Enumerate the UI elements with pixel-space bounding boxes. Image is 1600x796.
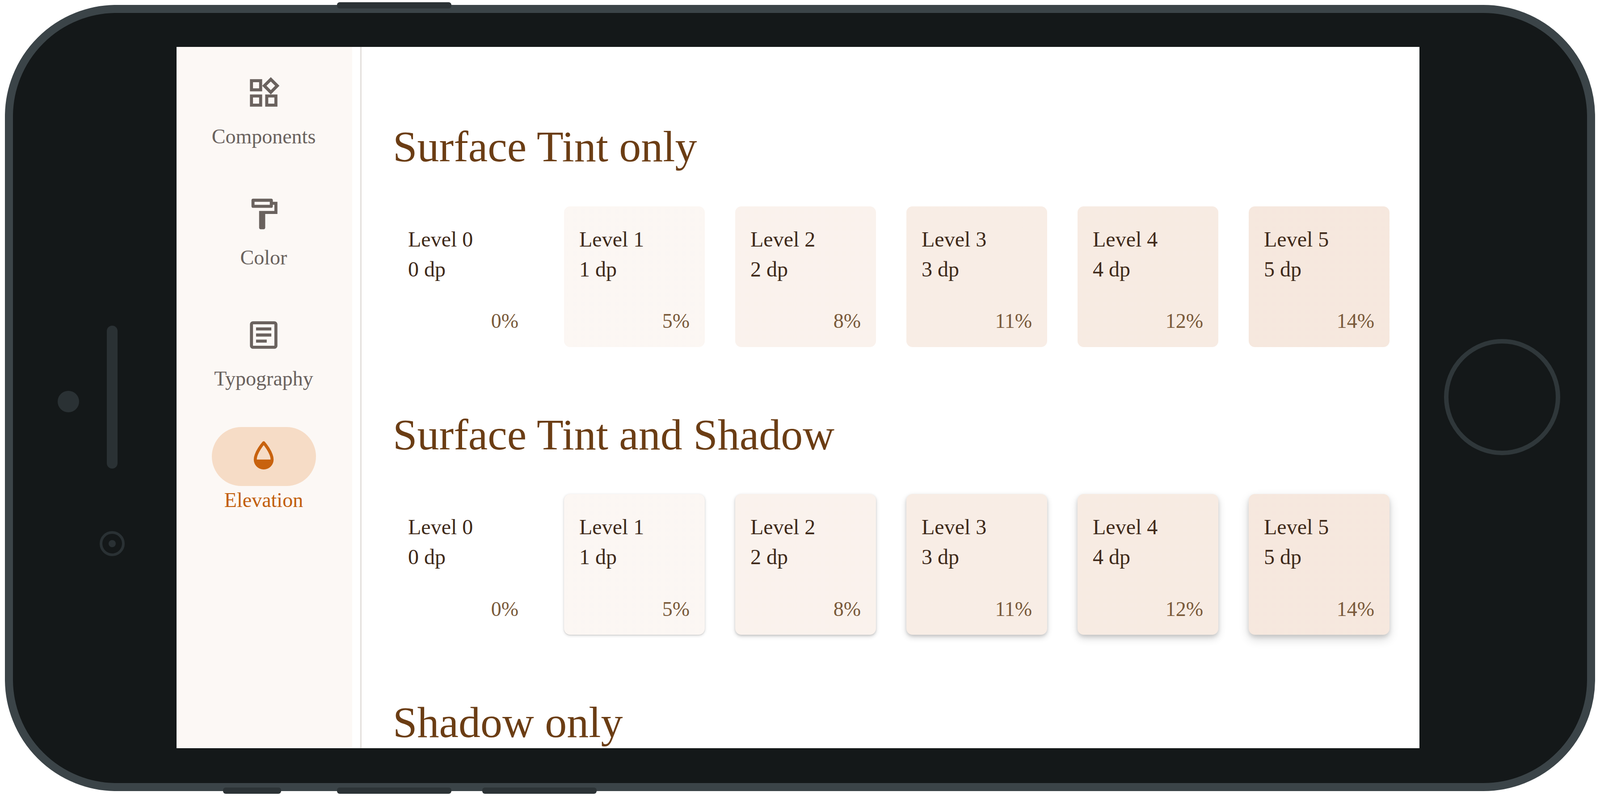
card-heading: Level 00 dp	[408, 224, 519, 285]
rail-item[interactable]: Typography	[211, 305, 316, 392]
elevation-card: Level 11 dp 5%	[564, 494, 705, 636]
card-level: Level 1	[579, 512, 690, 543]
card-heading: Level 22 dp	[750, 224, 861, 285]
card-level: Level 3	[921, 224, 1032, 255]
card-level: Level 4	[1092, 512, 1204, 543]
home-button[interactable]	[1444, 339, 1561, 456]
phone-button	[482, 787, 597, 795]
rail-indicator[interactable]	[211, 427, 316, 487]
rail-label[interactable]: Color	[240, 245, 288, 270]
elevation-page: Surface Tint onlyLevel 00 dp0%Level 11 d…	[361, 46, 1420, 749]
card-percent: 12%	[1092, 308, 1204, 334]
rail-indicator[interactable]	[211, 184, 316, 244]
elevation-card: Level 55 dp 14%	[1248, 494, 1390, 636]
card-percent: 0%	[408, 597, 519, 622]
elevation-section: Surface Tint and ShadowLevel 00 dp0%Leve…	[392, 408, 1402, 636]
card-heading: Level 22 dp	[750, 512, 861, 573]
section-title: Surface Tint only	[392, 120, 1402, 174]
card-level: Level 5	[1263, 224, 1375, 255]
rail-item[interactable]: Components	[211, 63, 316, 149]
card-heading: Level 55 dp	[1263, 512, 1375, 573]
card-dp: 0 dp	[408, 542, 519, 573]
section-title: Shadow only	[392, 696, 1402, 749]
card-dp: 1 dp	[579, 254, 690, 285]
rail-label[interactable]: Elevation	[224, 488, 304, 513]
rail-item[interactable]: Color	[211, 184, 316, 270]
elevation-card: Level 11 dp 5%	[564, 206, 705, 348]
card-heading: Level 11 dp	[579, 512, 690, 573]
water-drop-icon	[245, 438, 283, 476]
rail-indicator[interactable]	[211, 63, 316, 123]
card-percent: 11%	[921, 308, 1032, 334]
card-heading: Level 33 dp	[921, 512, 1032, 573]
card-dp: 3 dp	[921, 542, 1032, 573]
card-percent: 5%	[579, 308, 690, 334]
card-level: Level 0	[408, 224, 519, 255]
card-percent: 11%	[921, 597, 1032, 622]
rail-label[interactable]: Typography	[214, 366, 314, 392]
elevation-card: Level 44 dp 12%	[1077, 206, 1219, 348]
card-dp: 3 dp	[921, 254, 1032, 285]
section-title: Surface Tint and Shadow	[392, 408, 1402, 462]
card-heading: Level 44 dp	[1092, 224, 1204, 285]
card-percent: 8%	[750, 308, 861, 334]
card-row: Level 00 dp0%Level 11 dp5%Level 22 dp8%L…	[392, 494, 1402, 636]
card-level: Level 4	[1092, 224, 1204, 255]
elevation-card: Level 55 dp 14%	[1248, 206, 1390, 348]
card-dp: 4 dp	[1092, 542, 1204, 573]
card-heading: Level 11 dp	[579, 224, 690, 285]
rail-item[interactable]: Elevation	[211, 427, 316, 513]
card-level: Level 5	[1263, 512, 1375, 543]
card-dp: 5 dp	[1263, 542, 1375, 573]
elevation-section: Surface Tint only Level 00 dp 0% Level 11 d…	[392, 120, 1402, 348]
card-dp: 2 dp	[750, 254, 861, 285]
phone-button	[336, 787, 452, 795]
elevation-card: Level 00 dp 0%	[392, 494, 534, 636]
card-percent: 5%	[579, 597, 690, 622]
document-icon	[245, 316, 283, 354]
speaker-slit	[106, 325, 118, 469]
elevation-card: Level 00 dp 0%	[392, 206, 534, 348]
card-level: Level 1	[579, 224, 690, 255]
card-level: Level 2	[750, 512, 861, 543]
card-percent: 14%	[1263, 308, 1375, 334]
card-percent: 8%	[750, 597, 861, 622]
elevation-card: Level 22 dp 8%	[735, 494, 876, 636]
elevation-card: Level 33 dp 11%	[906, 206, 1048, 348]
rail-label[interactable]: Components	[211, 124, 316, 149]
phone-frame: Components Color Typography Elevation Surfa…	[4, 4, 1596, 792]
card-percent: 12%	[1092, 597, 1204, 622]
card-level: Level 2	[750, 224, 861, 255]
card-heading: Level 33 dp	[921, 224, 1032, 285]
card-dp: 4 dp	[1092, 254, 1204, 285]
card-heading: Level 55 dp	[1263, 224, 1375, 285]
card-dp: 0 dp	[408, 254, 519, 285]
card-dp: 1 dp	[579, 542, 690, 573]
card-level: Level 3	[921, 512, 1032, 543]
phone-screen: Components Color Typography Elevation Surfa…	[176, 46, 1420, 749]
card-percent: 14%	[1263, 597, 1375, 622]
rail-indicator[interactable]	[211, 305, 316, 365]
card-heading: Level 44 dp	[1092, 512, 1204, 573]
card-percent: 0%	[408, 308, 519, 334]
navigation-rail: Components Color Typography Elevation	[176, 46, 362, 749]
elevation-card: Level 33 dp 11%	[906, 494, 1048, 636]
elevation-section: Shadow only	[392, 696, 1402, 749]
elevation-card: Level 22 dp 8%	[735, 206, 876, 348]
components-icon	[245, 74, 283, 112]
elevation-card: Level 44 dp 12%	[1077, 494, 1219, 636]
card-dp: 2 dp	[750, 542, 861, 573]
paint-roller-icon	[245, 195, 283, 233]
phone-button	[336, 2, 452, 9]
card-level: Level 0	[408, 512, 519, 543]
camera-icon	[99, 531, 125, 557]
card-row: Level 00 dp0%Level 11 dp5%Level 22 dp8%L…	[392, 206, 1402, 348]
phone-button	[223, 787, 282, 795]
card-heading: Level 00 dp	[408, 512, 519, 573]
card-dp: 5 dp	[1263, 254, 1375, 285]
sensor-dot	[57, 391, 80, 413]
